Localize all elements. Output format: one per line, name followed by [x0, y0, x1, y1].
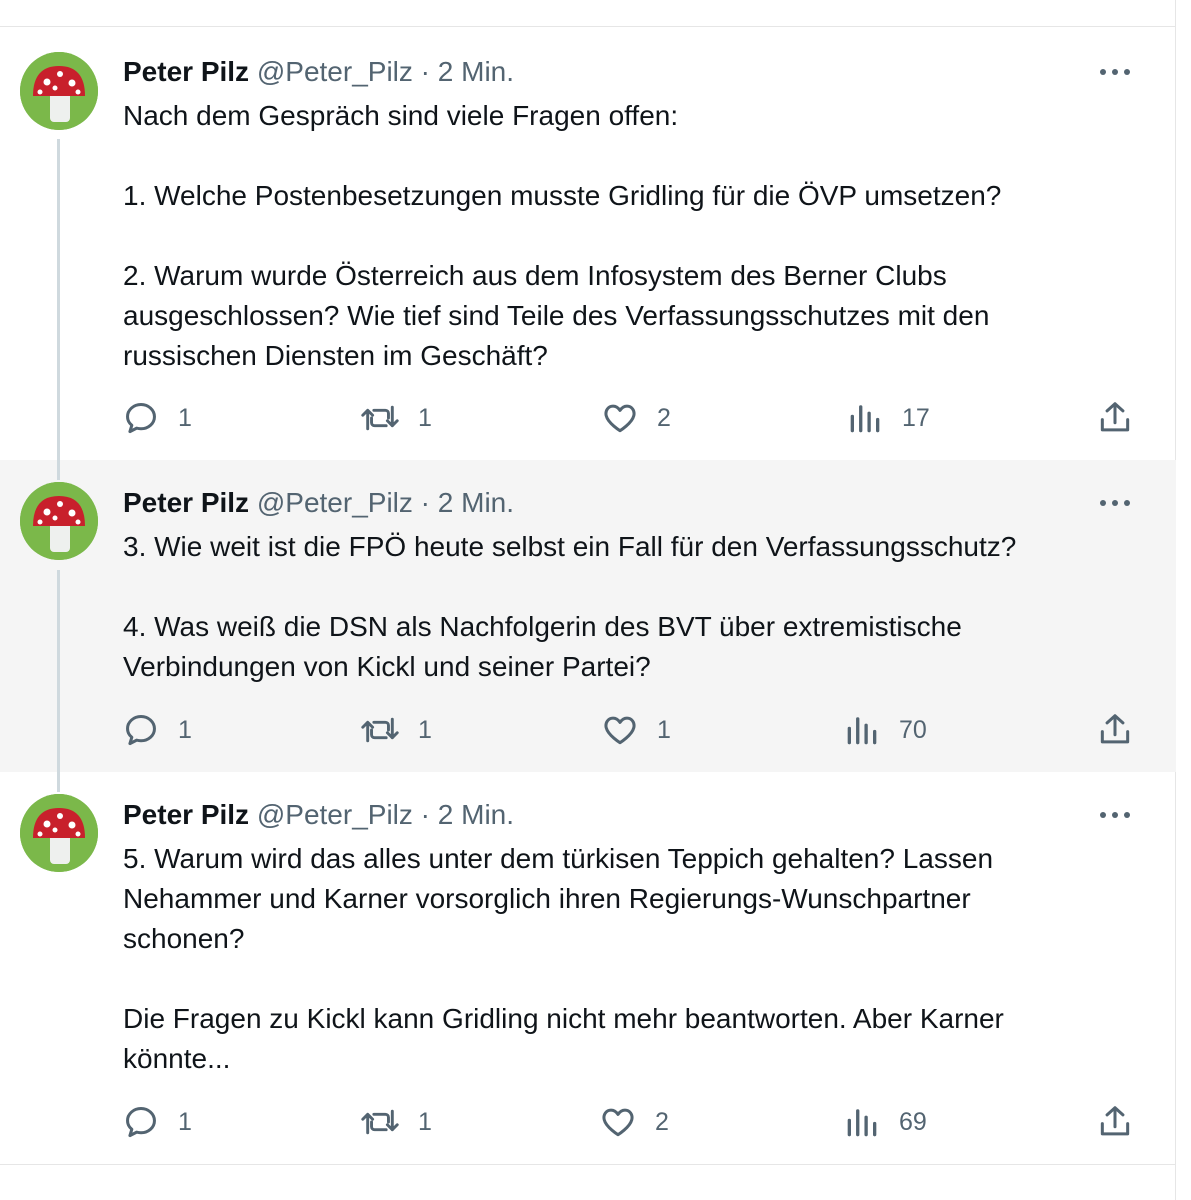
timestamp[interactable]: 2 Min.: [438, 487, 514, 518]
reply-button[interactable]: 1: [122, 1102, 192, 1142]
views-icon: [847, 1109, 877, 1137]
share-icon: [1100, 1106, 1130, 1136]
separator: ·: [420, 56, 430, 87]
reply-count: 1: [178, 715, 192, 744]
author-name[interactable]: Peter Pilz: [123, 56, 249, 87]
author-handle[interactable]: @Peter_Pilz: [257, 799, 413, 830]
tweet-header: Peter Pilz @Peter_Pilz · 2 Min.: [123, 798, 514, 832]
views-icon: [847, 717, 877, 745]
reply-button[interactable]: 1: [122, 398, 192, 438]
retweet-icon: [361, 717, 399, 743]
views-button[interactable]: 70: [843, 710, 927, 750]
share-button[interactable]: [1096, 398, 1134, 438]
divider: [0, 1164, 1176, 1165]
heart-icon: [604, 716, 636, 745]
views-button[interactable]: 17: [846, 398, 930, 438]
tweet-paragraph: 1. Welche Postenbesetzungen musste Gridl…: [123, 180, 1002, 211]
tweet-paragraph: Nach dem Gespräch sind viele Fragen offe…: [123, 100, 679, 131]
heart-icon: [604, 404, 636, 433]
retweet-count: 1: [418, 403, 432, 432]
tweet-paragraph: 5. Warum wird das alles unter dem türkis…: [123, 843, 994, 954]
tweet-header: Peter Pilz @Peter_Pilz · 2 Min.: [123, 55, 514, 89]
views-count: 69: [899, 1107, 927, 1136]
tweet-1[interactable]: Peter Pilz @Peter_Pilz · 2 Min. Nach dem…: [0, 27, 1176, 460]
tweet-2[interactable]: Peter Pilz @Peter_Pilz · 2 Min. 3. Wie w…: [0, 460, 1176, 772]
like-count: 2: [657, 403, 671, 432]
retweet-count: 1: [418, 715, 432, 744]
timestamp[interactable]: 2 Min.: [438, 799, 514, 830]
share-icon: [1100, 714, 1130, 744]
reply-count: 1: [178, 403, 192, 432]
retweet-button[interactable]: 1: [360, 398, 432, 438]
tweet-paragraph: Die Fragen zu Kickl kann Gridling nicht …: [123, 1003, 1004, 1074]
like-button[interactable]: 1: [601, 710, 671, 750]
more-options-icon[interactable]: [1098, 65, 1132, 79]
mushroom-avatar-icon[interactable]: [20, 482, 98, 560]
reply-icon: [126, 1107, 156, 1138]
mushroom-avatar-icon[interactable]: [20, 794, 98, 872]
tweet-paragraph: 4. Was weiß die DSN als Nachfolgerin des…: [123, 611, 962, 682]
like-button[interactable]: 2: [599, 1102, 669, 1142]
thread-line: [57, 139, 60, 460]
retweet-count: 1: [418, 1107, 432, 1136]
mushroom-avatar-icon[interactable]: [20, 52, 98, 130]
author-handle[interactable]: @Peter_Pilz: [257, 56, 413, 87]
timeline: Peter Pilz @Peter_Pilz · 2 Min. Nach dem…: [0, 0, 1176, 1200]
author-name[interactable]: Peter Pilz: [123, 487, 249, 518]
like-button[interactable]: 2: [601, 398, 671, 438]
views-count: 17: [902, 403, 930, 432]
like-count: 2: [655, 1107, 669, 1136]
author-handle[interactable]: @Peter_Pilz: [257, 487, 413, 518]
tweet-3[interactable]: Peter Pilz @Peter_Pilz · 2 Min. 5. Warum…: [0, 772, 1176, 1164]
heart-icon: [602, 1108, 634, 1137]
share-button[interactable]: [1096, 1102, 1134, 1142]
retweet-icon: [361, 1109, 399, 1135]
share-button[interactable]: [1096, 710, 1134, 750]
share-icon: [1100, 402, 1130, 432]
tweet-paragraph: 3. Wie weit ist die FPÖ heute selbst ein…: [123, 531, 1017, 562]
separator: ·: [420, 487, 430, 518]
thread-line: [57, 570, 60, 772]
tweet-header: Peter Pilz @Peter_Pilz · 2 Min.: [123, 486, 514, 520]
tweet-text: 5. Warum wird das alles unter dem türkis…: [123, 839, 1133, 1079]
separator: ·: [420, 799, 430, 830]
thread-line: [57, 772, 60, 792]
tweet-text: Nach dem Gespräch sind viele Fragen offe…: [123, 96, 1133, 376]
tweet-text: 3. Wie weit ist die FPÖ heute selbst ein…: [123, 527, 1133, 687]
author-name[interactable]: Peter Pilz: [123, 799, 249, 830]
reply-count: 1: [178, 1107, 192, 1136]
views-count: 70: [899, 715, 927, 744]
timestamp[interactable]: 2 Min.: [438, 56, 514, 87]
views-button[interactable]: 69: [843, 1102, 927, 1142]
more-options-icon[interactable]: [1098, 808, 1132, 822]
retweet-button[interactable]: 1: [360, 710, 432, 750]
reply-icon: [126, 715, 156, 746]
tweet-paragraph: 2. Warum wurde Österreich aus dem Infosy…: [123, 260, 990, 371]
thread-line: [57, 460, 60, 480]
reply-icon: [126, 403, 156, 434]
retweet-button[interactable]: 1: [360, 1102, 432, 1142]
retweet-icon: [361, 405, 399, 431]
more-options-icon[interactable]: [1098, 496, 1132, 510]
like-count: 1: [657, 715, 671, 744]
views-icon: [850, 405, 880, 433]
reply-button[interactable]: 1: [122, 710, 192, 750]
